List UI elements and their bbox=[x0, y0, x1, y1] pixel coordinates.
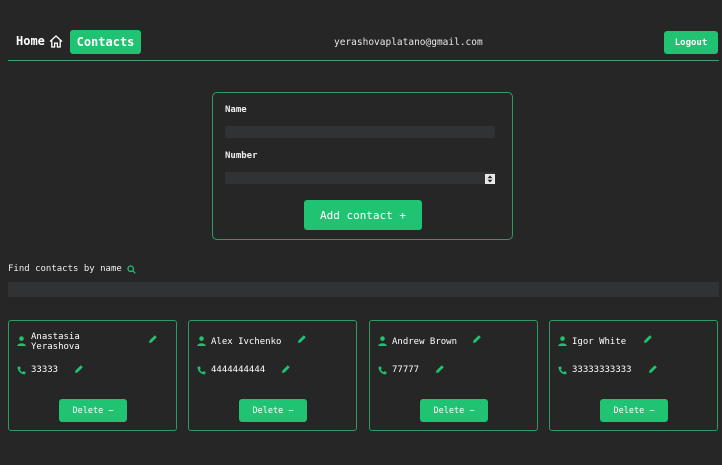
contact-card: Alex Ivchenko 4444444444 Delete − bbox=[188, 320, 357, 431]
contact-number: 33333 bbox=[31, 365, 59, 375]
nav-contacts-link[interactable]: Contacts bbox=[70, 30, 141, 54]
delete-button[interactable]: Delete − bbox=[420, 399, 488, 422]
person-icon bbox=[17, 336, 26, 346]
contact-number: 4444444444 bbox=[211, 365, 266, 375]
contact-name: Andrew Brown bbox=[392, 337, 458, 347]
header-divider bbox=[8, 60, 719, 61]
number-label: Number bbox=[225, 151, 258, 161]
app-header: Home Contacts yerashovaplatano@gmail.com… bbox=[0, 0, 722, 61]
delete-button[interactable]: Delete − bbox=[600, 399, 668, 422]
edit-name-icon[interactable] bbox=[297, 334, 307, 344]
contact-number: 77777 bbox=[392, 365, 420, 375]
edit-name-icon[interactable] bbox=[148, 334, 158, 344]
edit-number-icon[interactable] bbox=[648, 364, 658, 374]
person-icon bbox=[197, 336, 206, 346]
search-icon bbox=[127, 264, 136, 274]
edit-name-icon[interactable] bbox=[643, 334, 653, 344]
contact-name: Igor White bbox=[572, 337, 627, 347]
phone-icon bbox=[558, 366, 567, 375]
filter-label: Find contacts by name bbox=[8, 264, 136, 274]
user-email: yerashovaplatano@gmail.com bbox=[334, 37, 483, 48]
name-input[interactable] bbox=[225, 126, 495, 138]
phone-icon bbox=[378, 366, 387, 375]
contact-name: Alex Ivchenko bbox=[211, 337, 282, 347]
edit-name-icon[interactable] bbox=[472, 334, 482, 344]
nav-home-label: Home bbox=[16, 34, 45, 48]
delete-button[interactable]: Delete − bbox=[239, 399, 307, 422]
contact-number: 33333333333 bbox=[572, 365, 632, 375]
contact-card: Igor White 33333333333 Delete − bbox=[549, 320, 718, 431]
edit-number-icon[interactable] bbox=[435, 364, 445, 374]
number-input[interactable] bbox=[225, 172, 495, 184]
add-contact-button[interactable]: Add contact + bbox=[304, 200, 422, 230]
add-contact-form: Name Number Add contact + bbox=[212, 92, 513, 240]
name-label: Name bbox=[225, 105, 247, 115]
home-icon bbox=[49, 34, 63, 48]
contact-card: Anastasia Yerashova 33333 Delete − bbox=[8, 320, 177, 431]
delete-button[interactable]: Delete − bbox=[59, 399, 127, 422]
logout-button[interactable]: Logout bbox=[664, 31, 718, 54]
phone-icon bbox=[17, 366, 26, 375]
filter-label-text: Find contacts by name bbox=[8, 264, 122, 274]
filter-input[interactable] bbox=[8, 282, 719, 297]
phone-icon bbox=[197, 366, 206, 375]
person-icon bbox=[378, 336, 387, 346]
person-icon bbox=[558, 336, 567, 346]
contact-name: Anastasia Yerashova bbox=[31, 332, 80, 352]
number-spinner[interactable] bbox=[485, 174, 495, 184]
edit-number-icon[interactable] bbox=[281, 364, 291, 374]
nav-home-link[interactable]: Home bbox=[16, 34, 63, 48]
spinner-arrows-icon bbox=[487, 175, 493, 183]
edit-number-icon[interactable] bbox=[74, 364, 84, 374]
contact-card: Andrew Brown 77777 Delete − bbox=[369, 320, 538, 431]
